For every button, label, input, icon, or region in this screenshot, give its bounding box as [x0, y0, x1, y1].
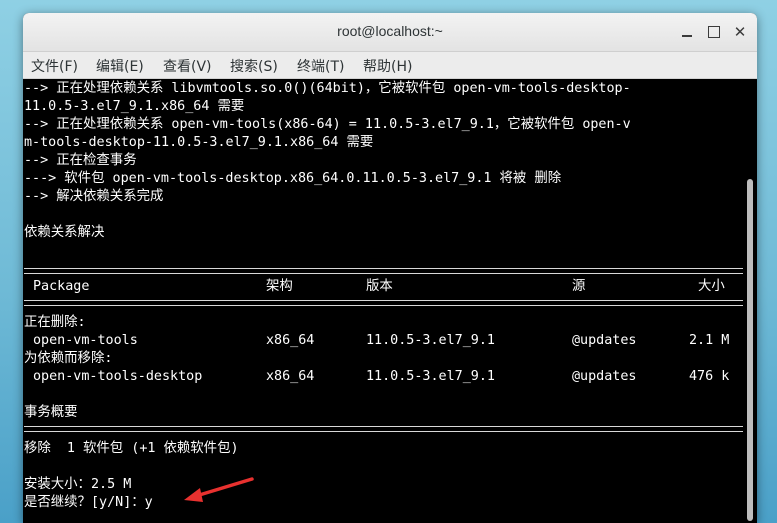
close-button[interactable]: ✕ — [732, 24, 748, 40]
install-size: 安装大小：2.5 M — [24, 477, 132, 492]
separator-line — [24, 426, 743, 432]
summary-title: 事务概要 — [24, 405, 78, 420]
row-version: 11.0.5-3.el7_9.1 — [366, 333, 495, 348]
row-repo: @updates — [572, 333, 637, 348]
red-arrow-icon — [184, 477, 254, 502]
header-repo: 源 — [572, 279, 586, 294]
summary-line: 移除 1 软件包 (+1 依赖软件包) — [24, 441, 239, 456]
header-package: Package — [33, 279, 90, 294]
row-arch: x86_64 — [266, 369, 315, 384]
row-arch: x86_64 — [266, 333, 315, 348]
continue-prompt[interactable]: 是否继续？[y/N]：y — [24, 494, 153, 512]
row-size: 2.1 M — [689, 333, 730, 348]
scroll-thumb[interactable] — [747, 179, 753, 521]
header-size: 大小 — [698, 279, 725, 294]
terminal-line: --> 正在处理依赖关系 open-vm-tools(x86-64) = 11.… — [24, 117, 631, 132]
row-version: 11.0.5-3.el7_9.1 — [366, 369, 495, 384]
header-arch: 架构 — [266, 279, 293, 294]
menu-help[interactable]: 帮助(H) — [363, 56, 412, 76]
menu-file[interactable]: 文件(F) — [31, 56, 78, 76]
window-title: root@localhost:~ — [337, 23, 443, 39]
row-repo: @updates — [572, 369, 637, 384]
separator-line — [24, 300, 743, 306]
section-removing: 正在删除: — [24, 315, 86, 330]
terminal-line: 依赖关系解决 — [24, 225, 105, 240]
maximize-button[interactable] — [706, 24, 722, 40]
row-package: open-vm-tools-desktop — [33, 369, 203, 384]
terminal-line: --> 正在检查事务 — [24, 153, 137, 168]
menu-edit[interactable]: 编辑(E) — [96, 56, 144, 76]
title-bar[interactable]: root@localhost:~ ✕ — [23, 13, 757, 52]
scrollbar[interactable] — [743, 79, 757, 523]
terminal-line: --> 正在处理依赖关系 libvmtools.so.0()(64bit)，它被… — [24, 81, 631, 96]
separator-line — [24, 268, 743, 274]
terminal-line: 11.0.5-3.el7_9.1.x86_64 需要 — [24, 99, 245, 114]
terminal-line: --> 解决依赖关系完成 — [24, 189, 164, 204]
menu-terminal[interactable]: 终端(T) — [297, 56, 344, 76]
terminal-line: ---> 软件包 open-vm-tools-desktop.x86_64.0.… — [24, 171, 562, 186]
terminal-output[interactable]: --> 正在处理依赖关系 libvmtools.so.0()(64bit)，它被… — [23, 79, 743, 523]
row-size: 476 k — [689, 369, 730, 384]
minimize-button[interactable] — [679, 24, 695, 40]
menu-search[interactable]: 搜索(S) — [230, 56, 278, 76]
menu-bar: 文件(F) 编辑(E) 查看(V) 搜索(S) 终端(T) 帮助(H) — [23, 52, 757, 79]
row-package: open-vm-tools — [33, 333, 138, 348]
header-version: 版本 — [366, 279, 393, 294]
terminal-line: m-tools-desktop-11.0.5-3.el7_9.1.x86_64 … — [24, 135, 374, 150]
menu-view[interactable]: 查看(V) — [163, 56, 212, 76]
section-dependency: 为依赖而移除: — [24, 351, 113, 366]
